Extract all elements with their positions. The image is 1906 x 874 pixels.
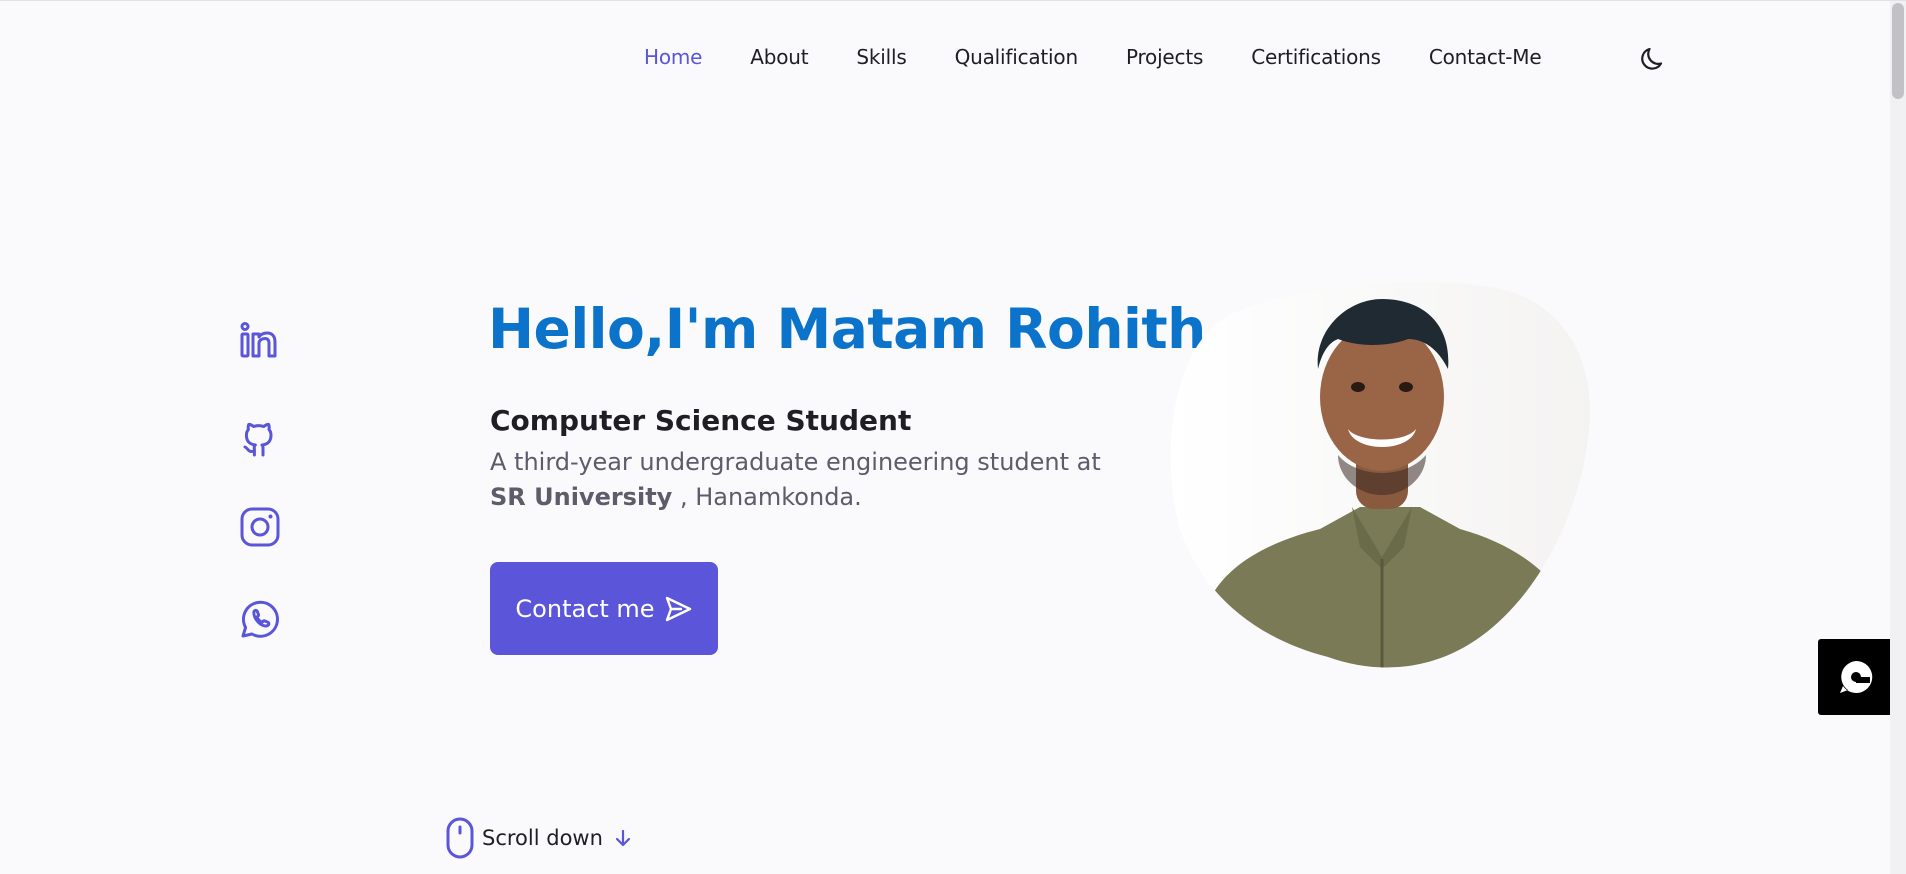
whatsapp-icon[interactable] [236,595,284,643]
hero-desc-location: , Hanamkonda. [672,483,862,511]
university-name: SR University [490,483,673,511]
contact-me-label: Contact me [515,594,655,623]
mouse-icon [446,817,474,859]
nav-home[interactable]: Home [644,45,702,69]
instagram-icon[interactable] [236,503,284,551]
linkedin-icon[interactable] [236,319,284,367]
hero-desc-text: A third-year undergraduate engineering s… [490,448,1101,476]
nav-skills[interactable]: Skills [856,45,906,69]
profile-photo [1170,281,1590,668]
chat-icon [1840,660,1873,693]
send-icon [665,596,691,621]
scrollbar-thumb[interactable] [1892,3,1904,99]
chat-widget-button[interactable] [1818,639,1894,715]
hero-subtitle: Computer Science Student [490,404,912,437]
hero-title: Hello,I'm Matam Rohith [488,297,1206,361]
nav-contact-me[interactable]: Contact-Me [1429,45,1542,69]
main-nav: Home About Skills Qualification Projects… [644,45,1663,70]
arrow-down-icon [615,829,631,847]
page-scrollbar[interactable] [1890,1,1906,874]
scroll-down[interactable]: Scroll down [446,817,635,859]
nav-about[interactable]: About [750,45,808,69]
nav-qualification[interactable]: Qualification [955,45,1079,69]
nav-projects[interactable]: Projects [1126,45,1203,69]
scroll-down-label: Scroll down [482,826,603,850]
contact-me-button[interactable]: Contact me [490,562,718,655]
hero-description: A third-year undergraduate engineering s… [490,445,1140,515]
moon-icon[interactable] [1638,42,1670,74]
social-links [236,319,284,687]
nav-certifications[interactable]: Certifications [1251,45,1381,69]
github-icon[interactable] [236,411,284,459]
